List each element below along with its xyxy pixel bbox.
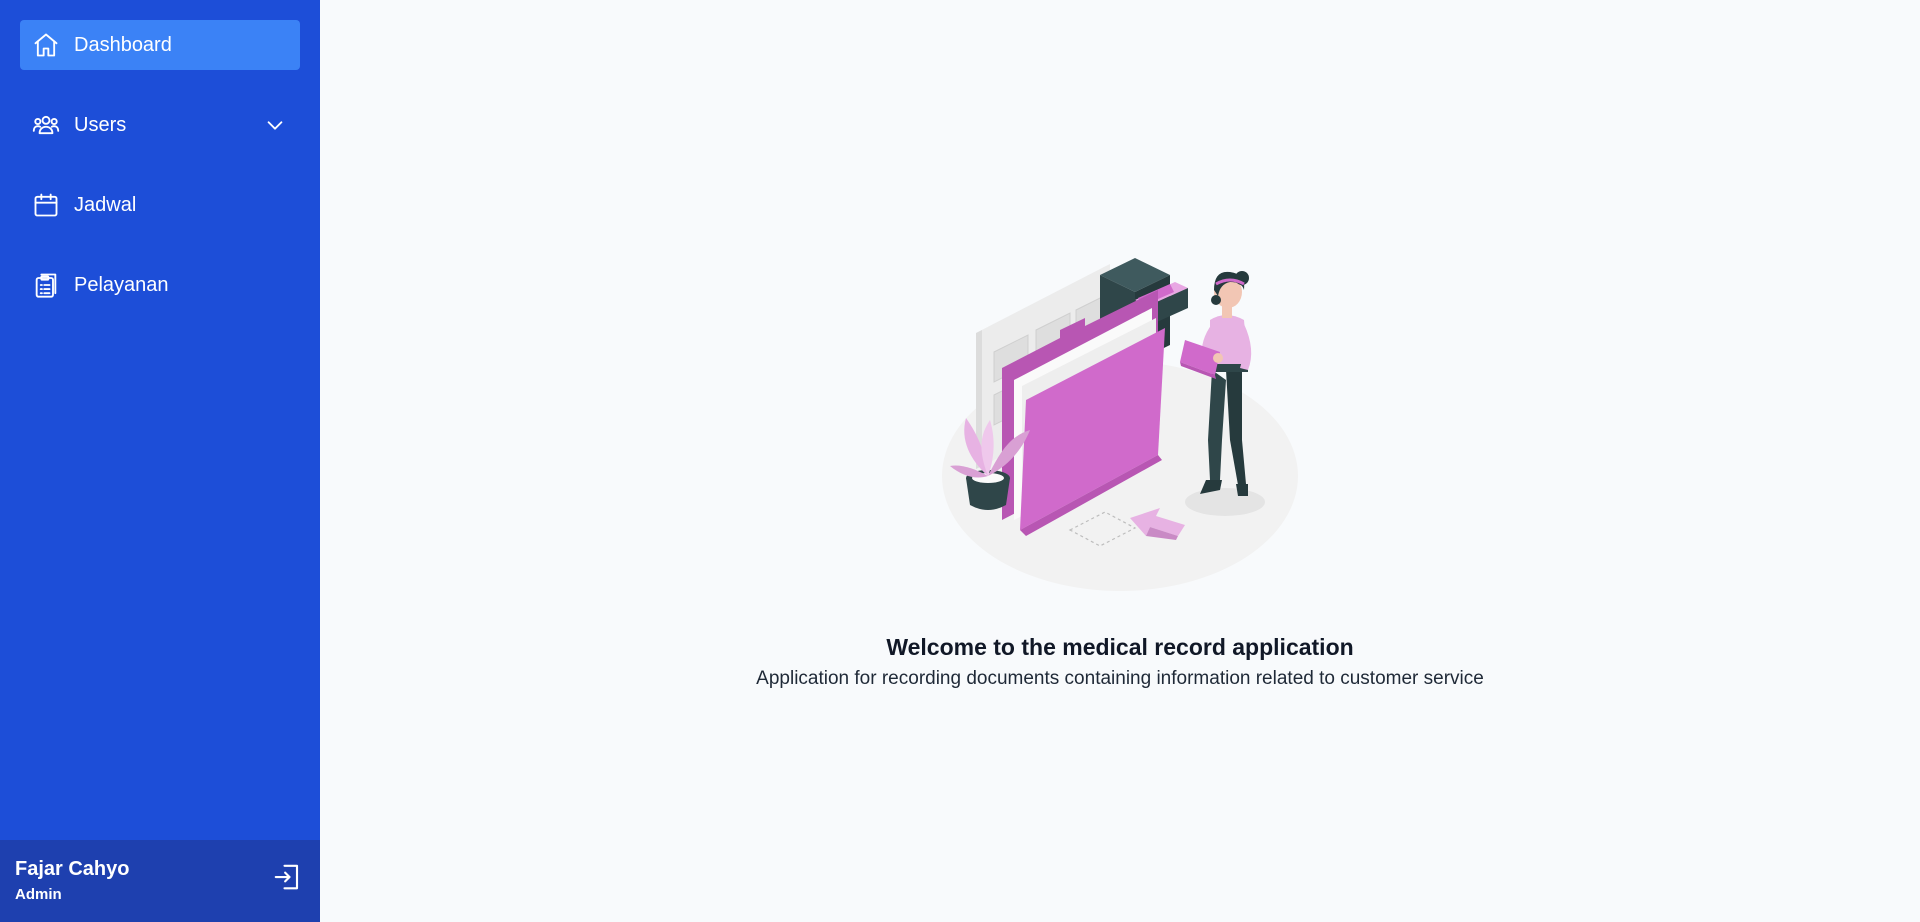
sidebar-item-jadwal[interactable]: Jadwal <box>20 180 300 230</box>
page-subtitle: Application for recording documents cont… <box>756 668 1484 689</box>
home-icon <box>32 31 60 59</box>
logout-icon <box>274 864 299 890</box>
sidebar-item-label: Users <box>74 113 127 136</box>
sidebar-item-dashboard[interactable]: Dashboard <box>20 20 300 70</box>
chevron-down-icon[interactable] <box>264 114 286 136</box>
page-title: Welcome to the medical record applicatio… <box>886 634 1354 660</box>
sidebar-item-label: Jadwal <box>74 193 137 216</box>
calendar-icon <box>32 191 60 219</box>
app-root: Dashboard Users Jadwal Pelayanan Fajar C… <box>0 0 1920 922</box>
users-icon <box>32 111 60 139</box>
user-role: Admin <box>15 886 62 903</box>
sidebar-nav: Dashboard Users Jadwal Pelayanan <box>0 0 320 310</box>
sidebar-item-users[interactable]: Users <box>20 100 300 150</box>
sidebar-item-label: Dashboard <box>74 33 172 56</box>
main-content: Welcome to the medical record applicatio… <box>320 0 1920 922</box>
sidebar-item-label: Pelayanan <box>74 273 169 296</box>
logout-button[interactable] <box>272 862 302 892</box>
user-panel: Fajar Cahyo Admin <box>0 840 320 922</box>
user-name: Fajar Cahyo <box>15 858 130 880</box>
sidebar-item-pelayanan[interactable]: Pelayanan <box>20 260 300 310</box>
clipboard-icon <box>32 271 60 299</box>
sidebar: Dashboard Users Jadwal Pelayanan Fajar C… <box>0 0 320 922</box>
medical-records-illustration <box>942 258 1298 591</box>
